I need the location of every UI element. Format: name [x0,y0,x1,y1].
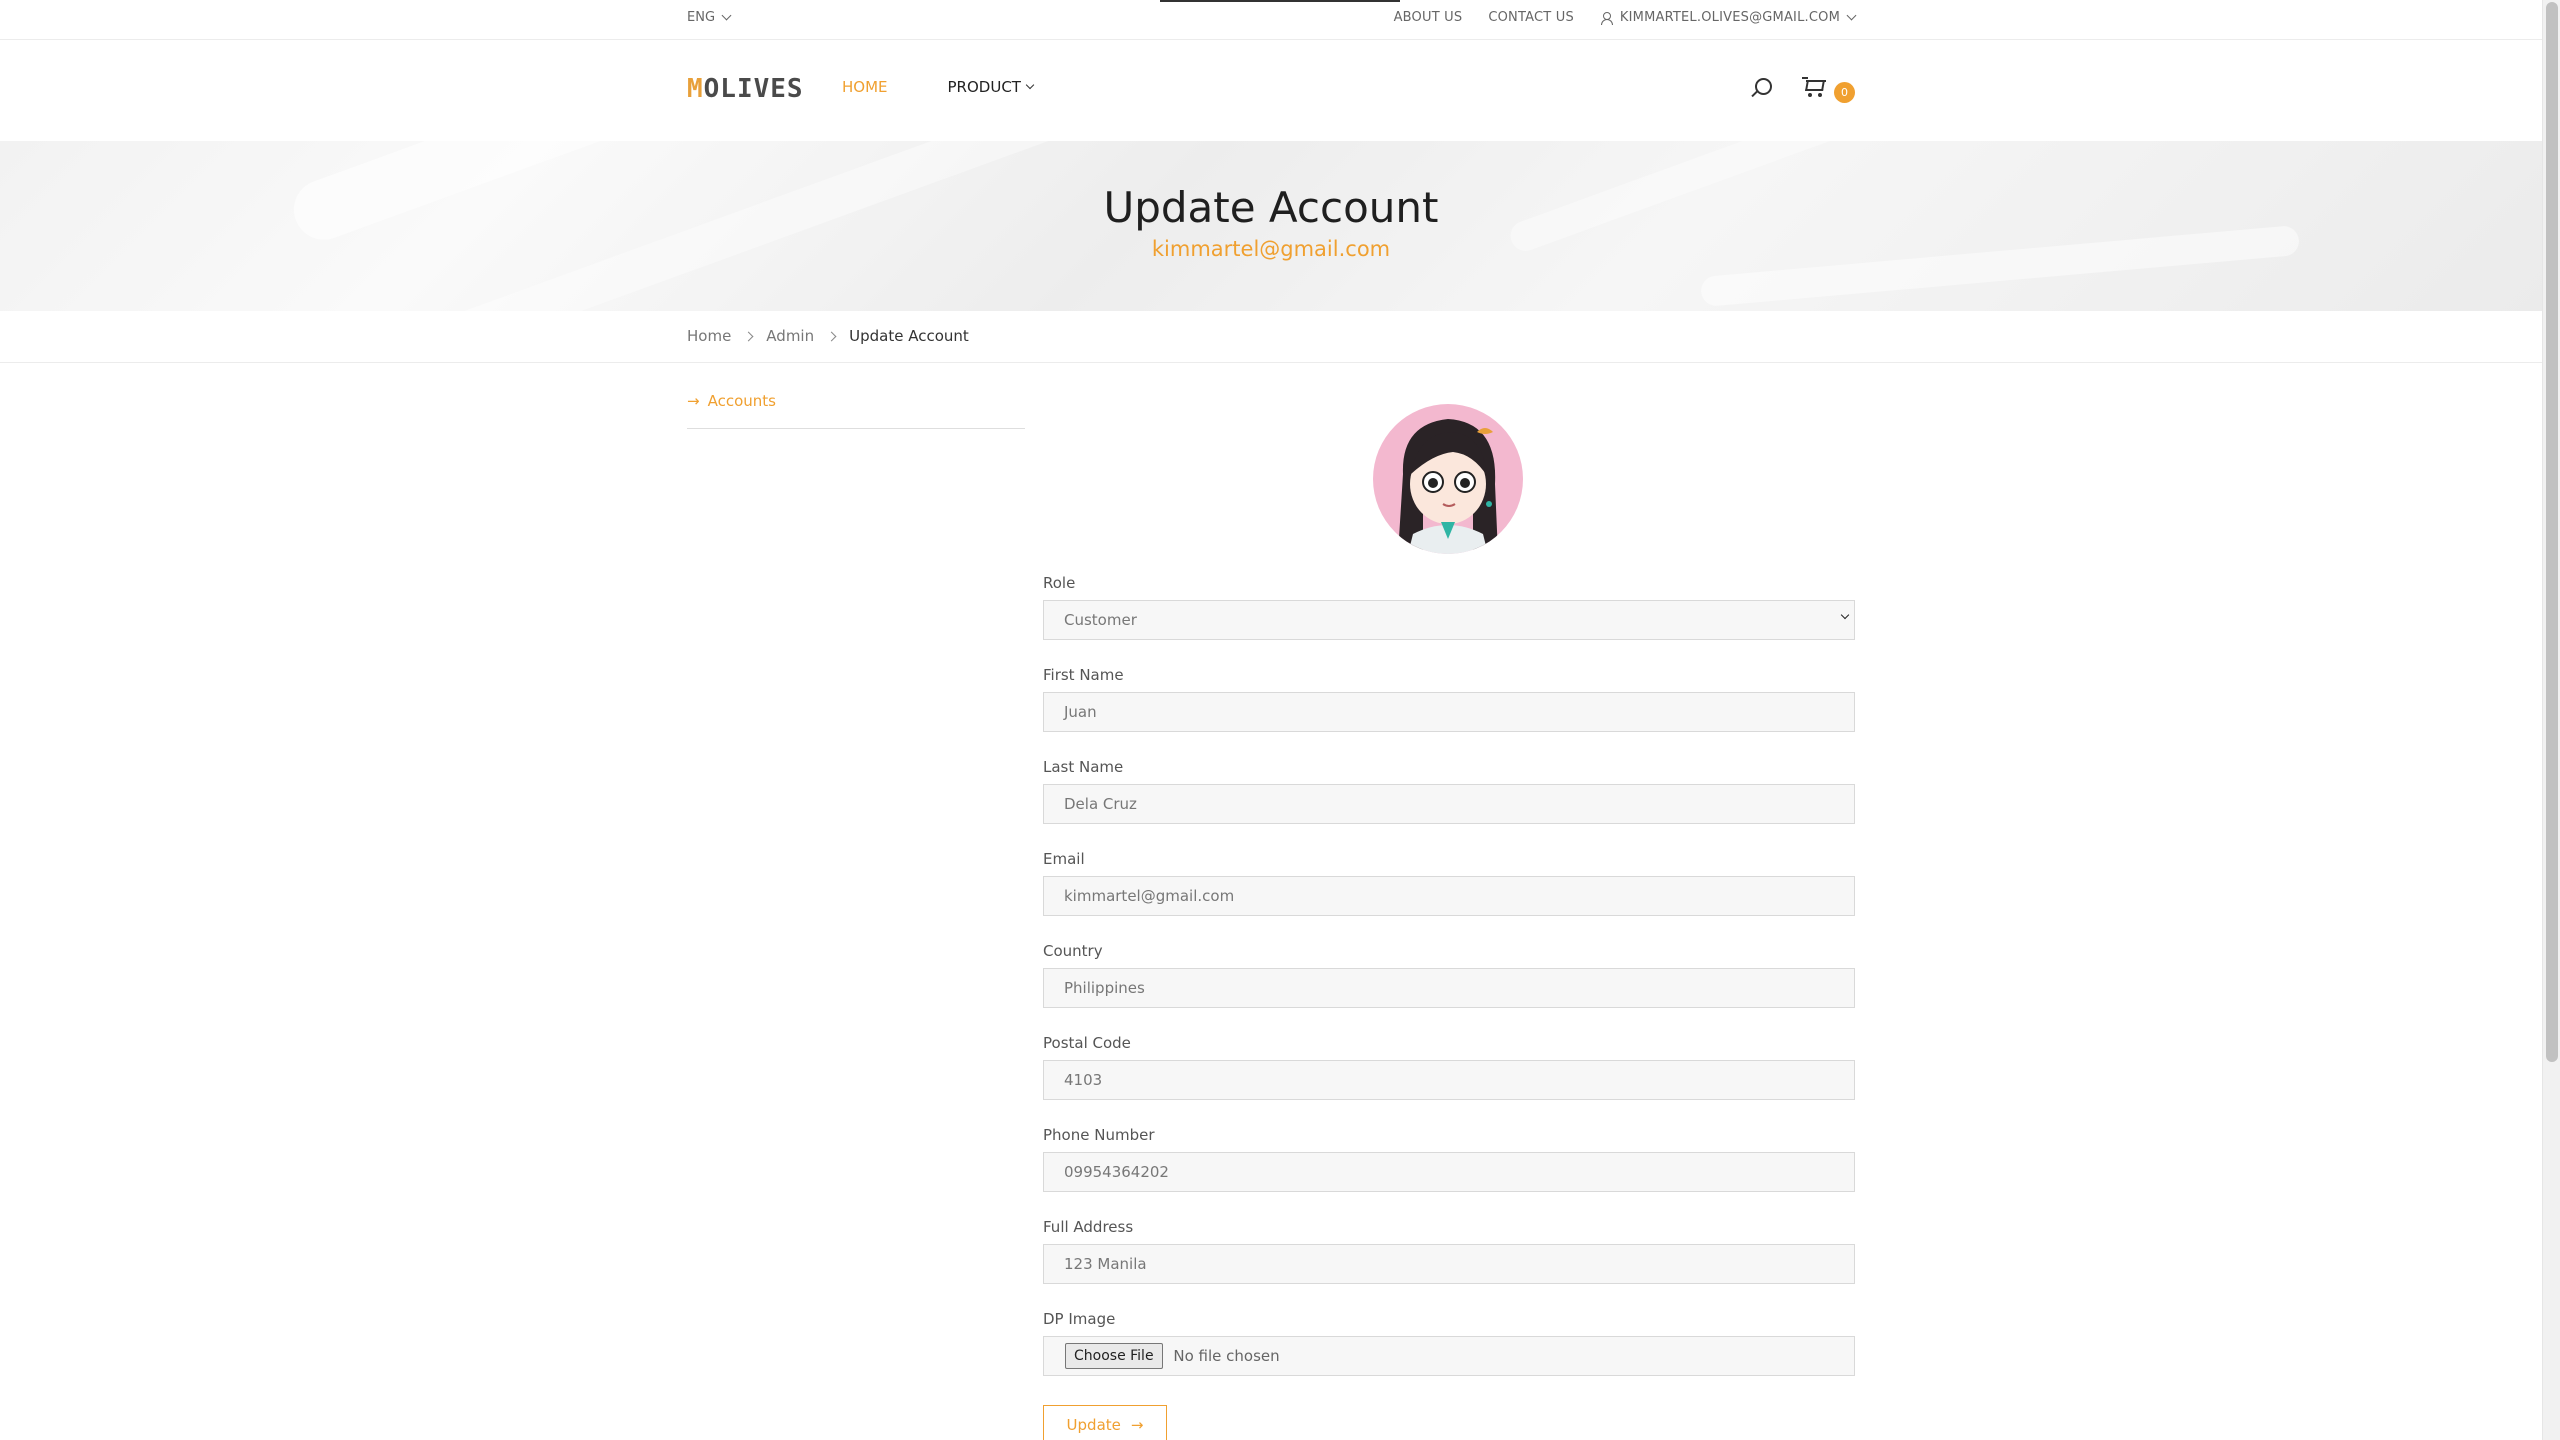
email-input[interactable]: kimmartel@gmail.com [1043,876,1855,916]
page-subtitle-email: kimmartel@gmail.com [1151,237,1391,261]
update-button[interactable]: Update → [1043,1405,1167,1440]
address-field-group: Full Address 123 Manila [1043,1218,1855,1310]
user-icon [1600,11,1613,25]
scrollbar-thumb[interactable] [2546,2,2558,1062]
nav-product[interactable]: PRODUCT [947,78,1035,96]
avatar [1373,404,1523,554]
user-menu[interactable]: KIMMARTEL.OLIVES@GMAIL.COM [1600,10,1857,25]
country-field-group: Country Philippines [1043,942,1855,1034]
address-input[interactable]: 123 Manila [1043,1244,1855,1284]
first-name-field-group: First Name Juan [1043,666,1855,758]
page-hero: Update Account kimmartel@gmail.com [0,141,2542,311]
update-account-form: Role Customer First Name Juan Last Name … [1043,574,1855,1402]
breadcrumb-current: Update Account [849,327,969,345]
breadcrumb-admin[interactable]: Admin [766,327,814,345]
breadcrumb-bar: Home Admin Update Account [0,311,2542,363]
phone-input[interactable]: 09954364202 [1043,1152,1855,1192]
language-label: ENG [687,10,716,25]
dp-image-file-input: Choose File No file chosen [1043,1336,1855,1376]
language-selector[interactable]: ENG [687,10,732,25]
file-status-text: No file chosen [1173,1347,1280,1365]
top-links: ABOUT US CONTACT US KIMMARTEL.OLIVES@GMA… [1394,10,1857,25]
search-icon[interactable] [1751,78,1772,98]
chevron-down-icon [1025,80,1035,90]
update-button-label: Update [1066,1416,1121,1434]
sidebar-item-accounts[interactable]: → Accounts [687,392,1025,429]
email-label: Email [1043,850,1085,868]
phone-label: Phone Number [1043,1126,1155,1144]
address-label: Full Address [1043,1218,1134,1236]
postal-code-label: Postal Code [1043,1034,1131,1052]
chevron-down-icon [721,10,732,21]
cart-count-badge: 0 [1834,82,1855,103]
contact-us-link[interactable]: CONTACT US [1488,10,1574,25]
chevron-right-icon [743,331,754,341]
arrow-right-icon: → [1130,1416,1144,1434]
main-nav: HOME PRODUCT [842,78,1035,96]
postal-code-input[interactable]: 4103 [1043,1060,1855,1100]
role-label: Role [1043,574,1076,592]
cart-icon[interactable] [1802,76,1827,98]
role-field-group: Role Customer [1043,574,1855,666]
chevron-down-icon [1840,610,1850,620]
sidebar: → Accounts [687,392,1025,429]
country-label: Country [1043,942,1103,960]
email-field-group: Email kimmartel@gmail.com [1043,850,1855,942]
last-name-field-group: Last Name Dela Cruz [1043,758,1855,850]
last-name-label: Last Name [1043,758,1124,776]
nav-product-label: PRODUCT [947,78,1021,96]
role-select[interactable]: Customer [1043,600,1855,640]
first-name-input[interactable]: Juan [1043,692,1855,732]
nav-home[interactable]: HOME [842,78,888,96]
chevron-right-icon [826,331,837,341]
site-logo[interactable]: MOLIVES [687,74,804,104]
user-email: KIMMARTEL.OLIVES@GMAIL.COM [1619,10,1840,25]
chevron-down-icon [1846,10,1857,21]
main-header: MOLIVES HOME PRODUCT [0,40,2542,141]
choose-file-button[interactable]: Choose File [1065,1343,1163,1369]
top-accent-line [1160,0,1400,2]
about-us-link[interactable]: ABOUT US [1394,10,1463,25]
role-selected-value: Customer [1064,611,1137,629]
logo-text: OLIVES [703,74,804,104]
first-name-label: First Name [1043,666,1124,684]
postal-code-field-group: Postal Code 4103 [1043,1034,1855,1126]
arrow-right-icon: → [687,392,700,410]
top-utility-bar: ENG ABOUT US CONTACT US KIMMARTEL.OLIVES… [0,0,2542,40]
dp-image-field-group: DP Image Choose File No file chosen [1043,1310,1855,1402]
sidebar-item-label: Accounts [707,392,776,410]
breadcrumb: Home Admin Update Account [687,327,969,345]
dp-image-label: DP Image [1043,1310,1116,1328]
breadcrumb-home[interactable]: Home [687,327,731,345]
last-name-input[interactable]: Dela Cruz [1043,784,1855,824]
page-title: Update Account [1103,183,1439,232]
phone-field-group: Phone Number 09954364202 [1043,1126,1855,1218]
vertical-scrollbar[interactable] [2542,0,2560,1440]
country-input[interactable]: Philippines [1043,968,1855,1008]
